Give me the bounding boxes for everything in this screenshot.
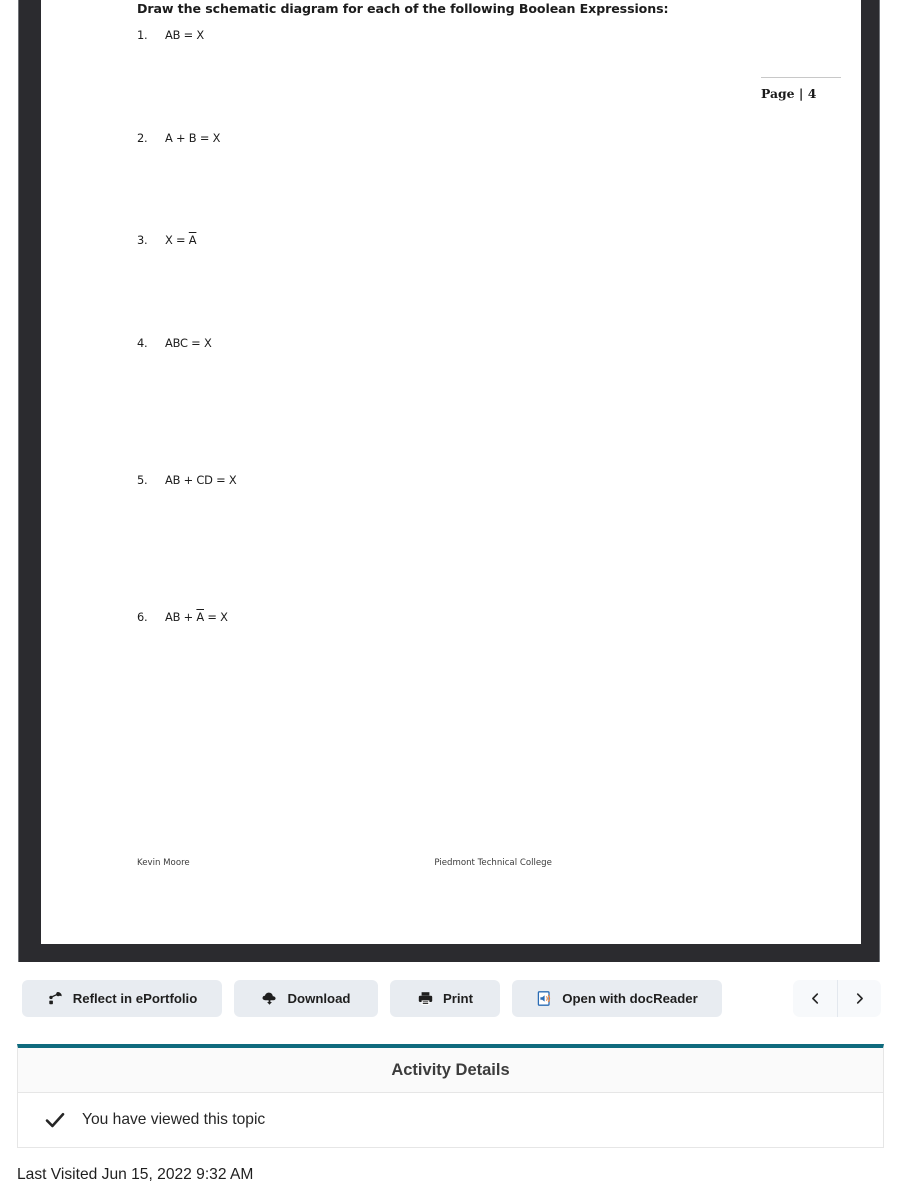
overline-term: A	[188, 233, 197, 247]
document-viewer[interactable]: Draw the schematic diagram for each of t…	[18, 0, 880, 962]
chevron-left-icon	[809, 992, 822, 1005]
list-item: 6. AB + A = X	[137, 610, 617, 624]
activity-status-row: You have viewed this topic	[18, 1093, 883, 1147]
question-number: 6.	[137, 610, 148, 624]
page-number: Page | 4	[761, 77, 841, 101]
page-navigation	[793, 980, 881, 1017]
question-number: 1.	[137, 28, 148, 42]
previous-page-button[interactable]	[793, 980, 837, 1017]
document-action-toolbar: Reflect in ePortfolio Download Print Ope…	[0, 980, 901, 1038]
download-label: Download	[287, 991, 351, 1006]
checkmark-icon	[44, 1109, 66, 1131]
list-item: 2. A + B = X	[137, 131, 617, 145]
download-cloud-icon	[261, 990, 278, 1007]
print-button[interactable]: Print	[390, 980, 500, 1017]
question-text: A + B = X	[165, 131, 221, 145]
list-item: 3. X = A	[137, 233, 617, 247]
download-button[interactable]: Download	[234, 980, 378, 1017]
chevron-right-icon	[853, 992, 866, 1005]
print-label: Print	[442, 991, 474, 1006]
reflect-in-eportfolio-button[interactable]: Reflect in ePortfolio	[22, 980, 222, 1017]
question-list: 1. AB = X 2. A + B = X 3. X = A 4. ABC =…	[137, 28, 617, 624]
document-heading: Draw the schematic diagram for each of t…	[137, 1, 669, 16]
footer-institution: Piedmont Technical College	[434, 858, 552, 868]
list-item: 4. ABC = X	[137, 336, 617, 350]
question-number: 4.	[137, 336, 148, 350]
question-text: ABC = X	[165, 336, 212, 350]
activity-details-title: Activity Details	[18, 1048, 883, 1093]
footer-author: Kevin Moore	[137, 858, 190, 868]
reflect-in-eportfolio-label: Reflect in ePortfolio	[72, 991, 198, 1006]
document-page: Draw the schematic diagram for each of t…	[41, 0, 861, 944]
question-number: 3.	[137, 233, 148, 247]
question-number: 5.	[137, 473, 148, 487]
activity-status-text: You have viewed this topic	[82, 1111, 266, 1128]
docreader-icon	[536, 990, 553, 1007]
question-number: 2.	[137, 131, 148, 145]
last-visited-text: Last Visited Jun 15, 2022 9:32 AM	[17, 1166, 254, 1183]
open-with-docreader-button[interactable]: Open with docReader	[512, 980, 722, 1017]
open-with-docreader-label: Open with docReader	[562, 991, 698, 1006]
eportfolio-icon	[47, 990, 64, 1007]
document-footer: Kevin Moore Piedmont Technical College	[137, 858, 821, 874]
list-item: 5. AB + CD = X	[137, 473, 617, 487]
question-text: AB + CD = X	[165, 473, 237, 487]
page-number-divider	[761, 77, 841, 78]
question-text: AB = X	[165, 28, 204, 42]
overline-term: A	[196, 610, 204, 624]
list-item: 1. AB = X	[137, 28, 617, 42]
question-text: X = A	[165, 233, 197, 247]
next-page-button[interactable]	[837, 980, 881, 1017]
printer-icon	[417, 990, 434, 1007]
question-text: AB + A = X	[165, 610, 228, 624]
activity-details-panel: Activity Details You have viewed this to…	[17, 1044, 884, 1148]
